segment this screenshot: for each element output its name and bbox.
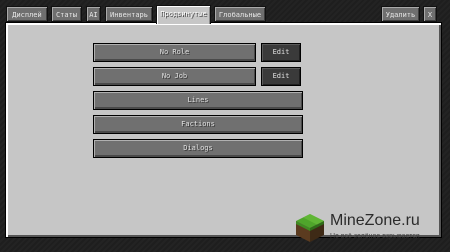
role-button[interactable]: No Role <box>93 43 256 62</box>
factions-button[interactable]: Factions <box>93 115 303 134</box>
game-screen: Дисплей Статы AI Инвентарь Продвинутые Г… <box>0 0 450 252</box>
dialogs-button[interactable]: Dialogs <box>93 139 303 158</box>
lines-button[interactable]: Lines <box>93 91 303 110</box>
tab-stats[interactable]: Статы <box>51 6 82 22</box>
tab-global[interactable]: Глобальные <box>214 6 266 22</box>
close-button[interactable]: X <box>423 6 437 22</box>
watermark-title: MineZone.ru <box>330 212 420 229</box>
watermark: MineZone.ru Не всё зелёное взрывается <box>290 208 450 252</box>
watermark-subtitle: Не всё зелёное взрывается <box>330 233 420 240</box>
tab-advanced[interactable]: Продвинутые <box>156 5 211 24</box>
advanced-panel: No Role Edit No Job Edit Lines Factions … <box>5 22 442 238</box>
tab-display[interactable]: Дисплей <box>6 6 48 22</box>
job-button[interactable]: No Job <box>93 67 256 86</box>
role-edit-button[interactable]: Edit <box>261 43 301 62</box>
tab-inventory[interactable]: Инвентарь <box>105 6 153 22</box>
job-edit-button[interactable]: Edit <box>261 67 301 86</box>
delete-button[interactable]: Удалить <box>381 6 420 22</box>
tab-ai[interactable]: AI <box>86 6 101 22</box>
grass-block-icon <box>296 214 324 242</box>
